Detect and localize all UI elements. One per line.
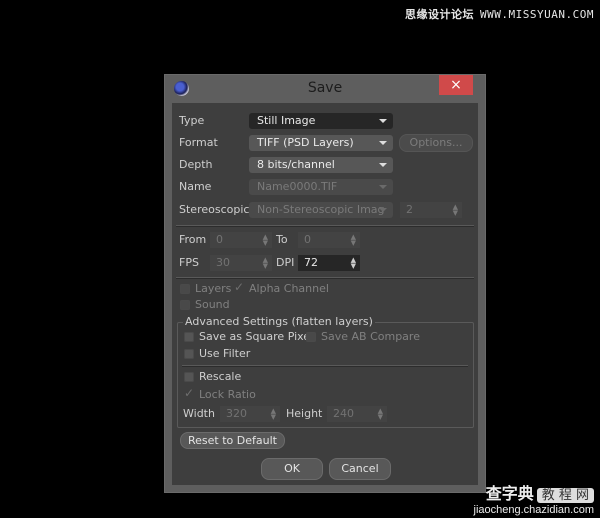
alpha-channel-checkmark-icon[interactable]: ✓ (234, 280, 244, 294)
chevron-down-icon (379, 141, 387, 145)
watermark-bottom-box: 教 程 网 (536, 488, 594, 503)
watermark-top: 思缘设计论坛 WWW.MISSYUAN.COM (405, 6, 594, 22)
sound-label: Sound (195, 298, 230, 311)
height-value: 240 (333, 407, 354, 420)
format-value: TIFF (PSD Layers) (257, 136, 354, 149)
name-value: Name0000.TIF (257, 180, 338, 193)
type-value: Still Image (257, 114, 316, 127)
rescale-checkbox[interactable] (184, 372, 194, 382)
stepper-arrows-icon: ▲ ▼ (262, 256, 268, 270)
stepper-arrows-icon: ▲ ▼ (270, 407, 276, 421)
use-filter-label: Use Filter (199, 347, 251, 360)
separator (176, 277, 474, 279)
stereoscopic-label: Stereoscopic (179, 203, 250, 216)
settings-panel: Type Still Image Format TIFF (PSD Layers… (172, 103, 478, 485)
from-label: From (179, 233, 207, 246)
close-button[interactable]: × (439, 75, 473, 95)
rescale-label: Rescale (199, 370, 242, 383)
ok-button[interactable]: OK (261, 458, 323, 480)
watermark-bottom-url: jiaocheng.chazidian.com (473, 504, 594, 516)
stereoscopic-value: Non-Stereoscopic Imag (257, 203, 385, 216)
alpha-channel-label: Alpha Channel (249, 282, 329, 295)
fps-label: FPS (179, 256, 199, 269)
height-stepper[interactable]: 240 ▲ ▼ (327, 406, 387, 422)
lock-ratio-label: Lock Ratio (199, 388, 256, 401)
use-filter-checkbox[interactable] (184, 349, 194, 359)
height-label: Height (286, 407, 323, 420)
stepper-arrows-icon: ▲ ▼ (262, 233, 268, 247)
ab-compare-checkbox[interactable] (306, 332, 316, 342)
from-value: 0 (216, 233, 223, 246)
chevron-down-icon (379, 163, 387, 167)
name-label: Name (179, 180, 212, 193)
lock-ratio-checkmark-icon[interactable]: ✓ (184, 386, 194, 400)
stepper-arrows-icon: ▲ ▼ (350, 256, 356, 270)
separator (176, 225, 474, 227)
options-button[interactable]: Options... (399, 134, 473, 152)
advanced-settings-title: Advanced Settings (flatten layers) (183, 315, 375, 328)
square-pixel-label: Save as Square Pixel (199, 330, 314, 343)
from-stepper[interactable]: 0 ▲ ▼ (210, 232, 272, 248)
dpi-label: DPI (276, 256, 295, 269)
watermark-top-url: WWW.MISSYUAN.COM (480, 8, 594, 21)
stereoscopic-dropdown[interactable]: Non-Stereoscopic Imag (249, 202, 393, 218)
stepper-arrows-icon: ▲ ▼ (350, 233, 356, 247)
ab-compare-label: Save AB Compare (321, 330, 420, 343)
stepper-arrows-icon: ▲ ▼ (452, 203, 458, 217)
type-label: Type (179, 114, 205, 127)
format-label: Format (179, 136, 218, 149)
watermark-bottom: 查字典教 程 网 jiaocheng.chazidian.com (474, 480, 594, 516)
close-icon: × (450, 77, 462, 93)
width-stepper[interactable]: 320 ▲ ▼ (220, 406, 280, 422)
layers-label: Layers (195, 282, 232, 295)
fps-stepper[interactable]: 30 ▲ ▼ (210, 255, 272, 271)
save-dialog: Save × Type Still Image Format TIFF (PSD… (165, 75, 485, 492)
name-dropdown[interactable]: Name0000.TIF (249, 179, 393, 195)
reset-to-default-button[interactable]: Reset to Default (180, 432, 285, 449)
stepper-arrows-icon: ▲ ▼ (377, 407, 383, 421)
layers-checkbox[interactable] (180, 284, 190, 294)
width-value: 320 (226, 407, 247, 420)
chevron-down-icon (379, 119, 387, 123)
stereoscopic-count-stepper[interactable]: 2 ▲ ▼ (400, 202, 462, 218)
to-stepper[interactable]: 0 ▲ ▼ (298, 232, 360, 248)
chevron-down-icon (379, 185, 387, 189)
type-dropdown[interactable]: Still Image (249, 113, 393, 129)
title-bar[interactable]: Save × (165, 75, 485, 101)
depth-dropdown[interactable]: 8 bits/channel (249, 157, 393, 173)
width-label: Width (183, 407, 215, 420)
sound-checkbox[interactable] (180, 300, 190, 310)
depth-value: 8 bits/channel (257, 158, 335, 171)
separator (182, 365, 468, 367)
watermark-top-cn: 思缘设计论坛 (405, 8, 475, 21)
to-label: To (276, 233, 288, 246)
cancel-button[interactable]: Cancel (329, 458, 391, 480)
format-dropdown[interactable]: TIFF (PSD Layers) (249, 135, 393, 151)
fps-value: 30 (216, 256, 230, 269)
stereoscopic-count-value: 2 (406, 203, 413, 216)
dpi-stepper[interactable]: 72 ▲ ▼ (298, 255, 360, 271)
watermark-bottom-cn: 查字典 (485, 484, 534, 503)
dpi-value: 72 (304, 256, 318, 269)
square-pixel-checkbox[interactable] (184, 332, 194, 342)
to-value: 0 (304, 233, 311, 246)
dialog-title: Save (307, 80, 343, 96)
depth-label: Depth (179, 158, 213, 171)
chevron-down-icon (379, 208, 387, 212)
